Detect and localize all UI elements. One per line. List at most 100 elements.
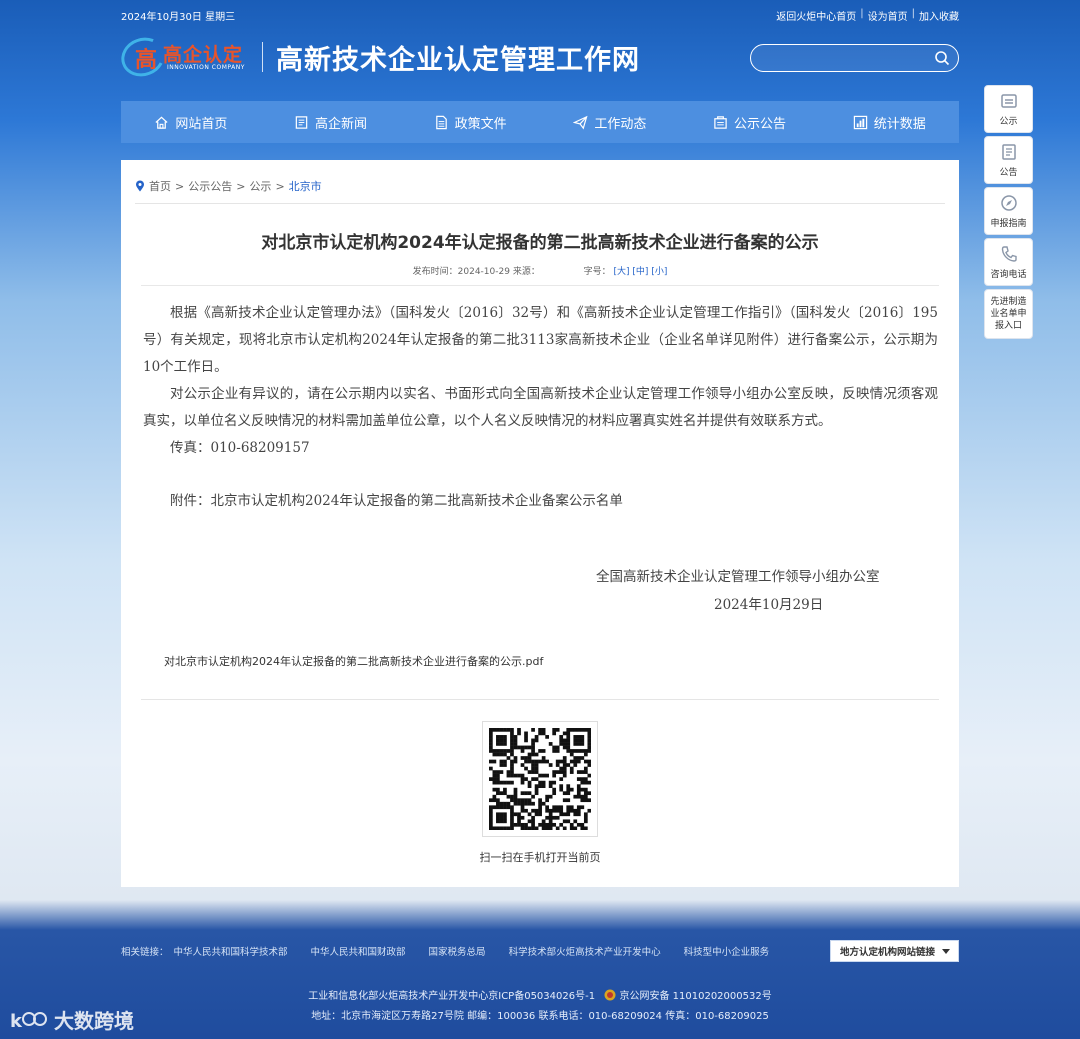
breadcrumb-notices[interactable]: 公示公告 [188, 178, 232, 194]
watermark: k 大数跨境 [10, 1005, 134, 1034]
footer-link-tax[interactable]: 国家税务总局 [429, 944, 486, 958]
news-icon [295, 115, 308, 129]
notice-icon [714, 115, 727, 129]
divider [135, 203, 945, 204]
nav-item-policy[interactable]: 政策文件 [400, 101, 540, 143]
chart-icon [853, 115, 867, 129]
watermark-text: 大数跨境 [54, 1009, 134, 1033]
font-size-small-link[interactable]: [小] [651, 267, 667, 277]
main-nav: 网站首页 高企新闻 政策文件 工作动态 公示公告 统计数据 [121, 101, 959, 143]
logo-mark: 高 [135, 48, 158, 73]
footer-address: 地址：北京市海淀区万寿路27号院 邮编：100036 联系电话：010-6820… [311, 1011, 769, 1022]
sidebar-item-guide[interactable]: 申报指南 [984, 187, 1033, 235]
phone-icon [1001, 246, 1017, 262]
local-agency-select[interactable]: 地方认定机构网站链接 [830, 940, 959, 962]
breadcrumb-separator: > [236, 179, 246, 193]
icp-text[interactable]: 工业和信息化部火炬高技术产业开发中心京ICP备05034026号-1 [308, 991, 595, 1002]
paper-plane-icon [573, 115, 588, 129]
qr-caption: 扫一扫在手机打开当前页 [479, 851, 601, 864]
nav-item-statistics[interactable]: 统计数据 [819, 101, 959, 143]
attachment-pdf-link[interactable]: 对北京市认定机构2024年认定报备的第二批高新技术企业进行备案的公示.pdf [164, 653, 543, 669]
breadcrumb-home[interactable]: 首页 [149, 178, 171, 194]
search-input[interactable] [763, 49, 933, 67]
breadcrumb-separator: > [275, 179, 285, 193]
sidebar-item-announcement[interactable]: 公告 [984, 136, 1033, 184]
nav-item-work-news[interactable]: 工作动态 [540, 101, 680, 143]
separator: | [860, 8, 864, 19]
breadcrumb-publicity[interactable]: 公示 [249, 178, 271, 194]
nav-item-news[interactable]: 高企新闻 [261, 101, 401, 143]
breadcrumb: 首页 > 公示公告 > 公示 > 北京市 [135, 178, 322, 194]
police-record-text[interactable]: 京公网安备 11010202000532号 [619, 991, 771, 1002]
footer-link-sme[interactable]: 科技型中小企业服务 [684, 944, 770, 958]
current-date: 2024年10月30日 星期三 [121, 12, 236, 23]
chevron-down-icon [942, 949, 950, 954]
sidebar-item-hotline[interactable]: 咨询电话 [984, 238, 1033, 286]
nav-item-label: 统计数据 [873, 116, 926, 132]
divider [141, 699, 939, 700]
nav-item-label: 政策文件 [454, 116, 507, 132]
fax-line: 传真：010-68209157 [170, 440, 310, 456]
return-torch-center-link[interactable]: 返回火炬中心首页 [776, 8, 856, 23]
nav-item-notices[interactable]: 公示公告 [680, 101, 820, 143]
article-panel: 首页 > 公示公告 > 公示 > 北京市 对北京市认定机构2024年认定报备的第… [121, 160, 959, 887]
footer-link-torch[interactable]: 科学技术部火炬高技术产业开发中心 [509, 944, 661, 958]
logo-text: 高企认定 [163, 44, 244, 66]
add-favorite-link[interactable]: 加入收藏 [919, 8, 959, 23]
logo-subtitle: INNOVATION COMPANY [167, 64, 245, 71]
set-homepage-link[interactable]: 设为首页 [868, 8, 908, 23]
font-size-large-link[interactable]: [大] [614, 267, 630, 277]
floating-sidebar: 公示 公告 申报指南 咨询电话 先进制造业名单申报入口 [984, 85, 1033, 342]
footer-icp: 工业和信息化部火炬高技术产业开发中心京ICP备05034026号-1 京公网安备… [0, 987, 1080, 1002]
site-logo[interactable]: 高 高企认定 INNOVATION COMPANY [115, 31, 261, 83]
font-size-medium-link[interactable]: [中] [632, 267, 648, 277]
sidebar-item-label: 公示 [999, 117, 1018, 127]
qr-code [482, 721, 598, 837]
home-icon [155, 116, 168, 129]
header-divider [262, 42, 263, 72]
top-bar: 2024年10月30日 星期三 返回火炬中心首页 | 设为首页 | 加入收藏 [121, 7, 959, 23]
notice-board-icon [1000, 94, 1017, 108]
svg-text:k: k [10, 1011, 23, 1031]
separator: | [911, 8, 915, 19]
font-size-label: 字号： [583, 267, 611, 277]
sidebar-item-label: 申报指南 [990, 219, 1027, 229]
nav-item-label: 工作动态 [594, 116, 647, 132]
announcement-icon [1001, 144, 1016, 160]
location-pin-icon [136, 180, 144, 192]
document-icon [435, 115, 447, 129]
select-value: 地方认定机构网站链接 [840, 947, 936, 958]
footer-links-label: 相关链接： [121, 947, 169, 958]
footer-link-mof[interactable]: 中华人民共和国财政部 [311, 944, 406, 958]
publish-label: 发布时间： [412, 267, 458, 277]
sidebar-item-advanced-manufacturing[interactable]: 先进制造业名单申报入口 [984, 289, 1033, 339]
nav-item-label: 网站首页 [175, 116, 228, 132]
article-body: 根据《高新技术企业认定管理办法》（国科发火〔2016〕32号）和《高新技术企业认… [143, 300, 938, 515]
source-label: 来源： [512, 267, 540, 277]
police-badge-icon [604, 989, 616, 1001]
site-title: 高新技术企业认定管理工作网 [276, 45, 640, 76]
paragraph: 对公示企业有异议的，请在公示期内以实名、书面形式向全国高新技术企业认定管理工作领… [143, 386, 938, 429]
paragraph: 根据《高新技术企业认定管理办法》（国科发火〔2016〕32号）和《高新技术企业认… [143, 305, 938, 375]
sidebar-item-label: 公告 [999, 168, 1018, 178]
sidebar-item-label: 咨询电话 [990, 270, 1027, 280]
signature: 全国高新技术企业认定管理工作领导小组办公室 [596, 569, 880, 585]
sidebar-item-publicity[interactable]: 公示 [984, 85, 1033, 133]
search-icon[interactable] [934, 50, 950, 66]
watermark-logo-icon: k [10, 1011, 47, 1031]
breadcrumb-current[interactable]: 北京市 [289, 178, 322, 194]
footer-link-most[interactable]: 中华人民共和国科学技术部 [174, 944, 288, 958]
nav-item-label: 高企新闻 [315, 116, 368, 132]
compass-icon [1000, 195, 1017, 211]
signature-date: 2024年10月29日 [714, 597, 824, 613]
publish-date: 2024-10-29 [457, 267, 510, 277]
attachment-line: 附件：北京市认定机构2024年认定报备的第二批高新技术企业备案公示名单 [170, 493, 623, 509]
breadcrumb-separator: > [175, 179, 185, 193]
search-box [750, 44, 959, 72]
sidebar-item-label: 先进制造业名单申报入口 [990, 297, 1027, 331]
article-title: 对北京市认定机构2024年认定报备的第二批高新技术企业进行备案的公示 [261, 233, 819, 253]
nav-item-home[interactable]: 网站首页 [121, 101, 261, 143]
top-links: 返回火炬中心首页 | 设为首页 | 加入收藏 [776, 8, 959, 23]
divider [141, 285, 939, 286]
article-meta: 发布时间：2024-10-29 来源： 字号： [大] [中] [小] [121, 264, 959, 277]
